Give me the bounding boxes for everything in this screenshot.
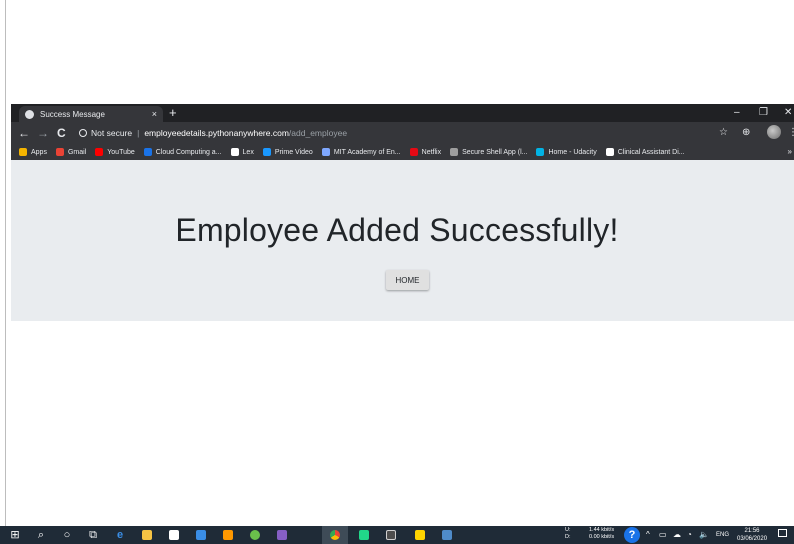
secure-shell-icon bbox=[450, 148, 459, 156]
profile-avatar[interactable] bbox=[767, 125, 781, 139]
notification-icon[interactable] bbox=[778, 529, 787, 537]
android-studio-icon[interactable] bbox=[248, 528, 262, 542]
bookmark-gmail[interactable]: Gmail bbox=[55, 148, 87, 156]
bookmark-prime-video[interactable]: Prime Video bbox=[262, 148, 313, 156]
bookmark-lex[interactable]: Lex bbox=[230, 148, 254, 156]
address-separator: | bbox=[137, 128, 140, 138]
menu-icon[interactable]: ⋮ bbox=[788, 126, 794, 140]
back-arrow-icon[interactable]: ← bbox=[18, 125, 30, 141]
title-bar: Success Message × + – ❐ ✕ bbox=[11, 104, 794, 122]
lex-icon bbox=[230, 148, 239, 156]
home-button[interactable]: HOME bbox=[386, 270, 429, 290]
close-window-button[interactable]: ✕ bbox=[784, 105, 792, 121]
pycharm-icon[interactable] bbox=[357, 528, 371, 542]
bookmark-label: Gmail bbox=[67, 148, 87, 156]
bookmark-youtube[interactable]: YouTube bbox=[95, 148, 135, 156]
search-icon[interactable]: ⌕ bbox=[34, 528, 48, 542]
reload-icon[interactable]: C bbox=[57, 125, 66, 141]
mit-academy-icon bbox=[321, 148, 330, 156]
maximize-button[interactable]: ❐ bbox=[759, 105, 768, 121]
bookmark-label: Home - Udacity bbox=[548, 148, 597, 156]
bookmark-star-icon[interactable]: ☆ bbox=[719, 126, 728, 140]
prime-video-icon bbox=[262, 148, 271, 156]
onedrive-icon[interactable]: ☁ bbox=[673, 529, 681, 541]
screen: Success Message × + – ❐ ✕ ← → C Not secu… bbox=[0, 0, 794, 544]
browser-toolbar: ← → C Not secure | employeedetails.pytho… bbox=[11, 122, 794, 144]
url-host: employeedetails.pythonanywhere.com bbox=[144, 128, 289, 138]
new-tab-button[interactable]: + bbox=[169, 105, 177, 121]
visual-studio-icon[interactable] bbox=[275, 528, 289, 542]
network-labels: U: D: bbox=[565, 527, 571, 541]
photos-icon[interactable] bbox=[440, 528, 454, 542]
bookmark-label: Secure Shell App (l... bbox=[462, 148, 528, 156]
download-speed: 0.00 kbit/s bbox=[589, 534, 615, 540]
udacity-icon bbox=[536, 148, 545, 156]
download-label: D: bbox=[565, 534, 571, 540]
mail-icon[interactable] bbox=[194, 528, 208, 542]
edge-icon[interactable]: e bbox=[113, 528, 127, 542]
minimize-button[interactable]: – bbox=[734, 105, 740, 121]
windows-start-icon[interactable]: ⊞ bbox=[8, 528, 22, 542]
network-icon[interactable]: ▭ bbox=[659, 529, 667, 541]
bookmark-label: Prime Video bbox=[274, 148, 313, 156]
bookmarks-bar: Apps Gmail YouTube Cloud Computing a... … bbox=[11, 144, 794, 160]
bookmark-netflix[interactable]: Netflix bbox=[409, 148, 442, 156]
gmail-icon bbox=[55, 148, 64, 156]
bookmark-mit-academy[interactable]: MIT Academy of En... bbox=[321, 148, 401, 156]
cortana-icon[interactable]: ○ bbox=[60, 528, 74, 542]
bookmark-label: MIT Academy of En... bbox=[333, 148, 401, 156]
tray-chevron-icon[interactable]: ^ bbox=[646, 529, 650, 541]
apps-grid-icon bbox=[19, 148, 27, 156]
chrome-icon[interactable] bbox=[328, 528, 342, 542]
clock-time: 21:56 bbox=[744, 528, 760, 534]
info-icon[interactable] bbox=[79, 129, 87, 137]
terminal-icon[interactable] bbox=[384, 528, 398, 542]
clock-date: 03/06/2020 bbox=[737, 536, 768, 542]
forward-arrow-icon[interactable]: → bbox=[37, 125, 49, 141]
bookmark-udacity[interactable]: Home - Udacity bbox=[536, 148, 597, 156]
url-path: /add_employee bbox=[288, 128, 348, 138]
extension-icon[interactable]: ⊕ bbox=[742, 126, 750, 140]
bookmark-label: Cloud Computing a... bbox=[155, 148, 222, 156]
youtube-icon bbox=[95, 148, 104, 156]
language-indicator[interactable]: ENG bbox=[716, 529, 729, 541]
bookmark-secure-shell[interactable]: Secure Shell App (l... bbox=[450, 148, 527, 156]
tab-success-message[interactable]: Success Message × bbox=[19, 106, 163, 122]
upload-label: U: bbox=[565, 527, 571, 533]
help-icon[interactable]: ? bbox=[624, 527, 640, 543]
bookmark-label: Lex bbox=[242, 148, 254, 156]
upload-speed: 1.44 kbit/s bbox=[589, 527, 615, 533]
tab-title: Success Message bbox=[40, 109, 105, 119]
bookmark-apps[interactable]: Apps bbox=[19, 148, 47, 156]
bookmark-clinical-assistant[interactable]: Clinical Assistant Di... bbox=[605, 148, 685, 156]
sticky-notes-icon[interactable] bbox=[413, 528, 427, 542]
bookmark-label: Clinical Assistant Di... bbox=[617, 148, 685, 156]
page-content: Employee Added Successfully! HOME bbox=[11, 160, 794, 321]
more-bookmarks-chevron-icon[interactable]: » bbox=[788, 144, 792, 160]
netflix-icon bbox=[409, 148, 418, 156]
file-explorer-icon[interactable] bbox=[140, 528, 154, 542]
sublime-icon[interactable] bbox=[221, 528, 235, 542]
address-bar[interactable]: Not secure | employeedetails.pythonanywh… bbox=[79, 125, 775, 141]
task-view-icon[interactable]: ⧉ bbox=[86, 528, 100, 542]
wifi-icon[interactable]: ◔ bbox=[687, 529, 692, 541]
tab-close-icon[interactable]: × bbox=[152, 109, 157, 119]
page-title: Employee Added Successfully! bbox=[175, 212, 619, 248]
bookmark-label: Netflix bbox=[421, 148, 442, 156]
cloud-computing-icon bbox=[143, 148, 152, 156]
system-clock[interactable]: 21:56 03/06/2020 bbox=[737, 527, 767, 543]
security-status: Not secure bbox=[91, 128, 133, 138]
bookmark-label: Apps bbox=[31, 148, 47, 156]
volume-icon[interactable]: 🔈 bbox=[699, 529, 709, 541]
window-edge bbox=[5, 0, 6, 544]
browser-window: Success Message × + – ❐ ✕ ← → C Not secu… bbox=[11, 104, 794, 321]
globe-icon bbox=[25, 109, 34, 119]
bookmark-label: YouTube bbox=[107, 148, 135, 156]
clinical-assistant-icon bbox=[605, 148, 614, 156]
taskbar: ⊞ ⌕ ○ ⧉ e U: D: 1.44 kbit/s 0.00 kbit/s … bbox=[0, 526, 794, 544]
network-speeds: 1.44 kbit/s 0.00 kbit/s bbox=[589, 527, 614, 541]
bookmark-cloud-computing[interactable]: Cloud Computing a... bbox=[143, 148, 222, 156]
store-icon[interactable] bbox=[167, 528, 181, 542]
